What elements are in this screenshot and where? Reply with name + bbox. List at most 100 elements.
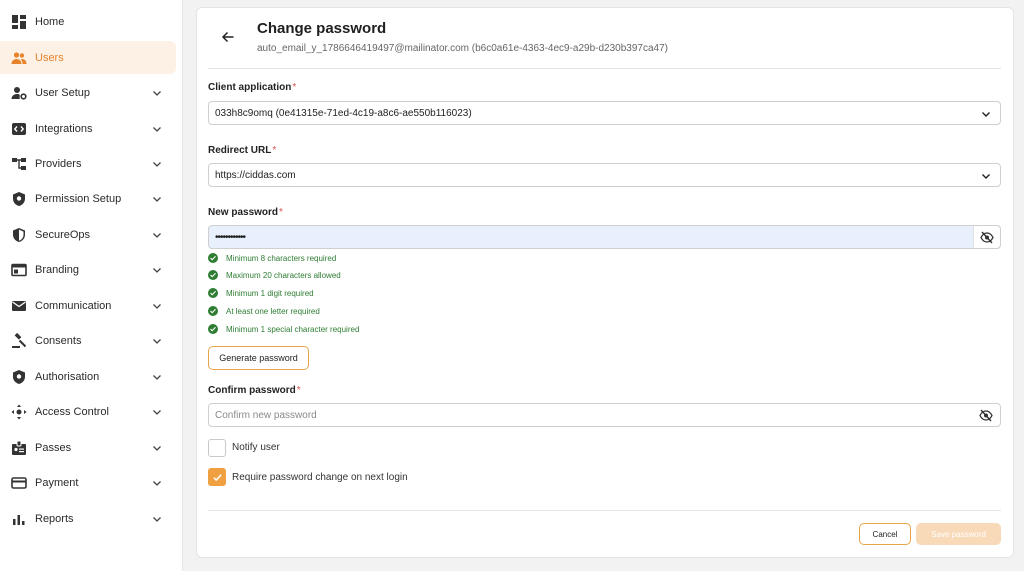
sidebar-item-label: Branding	[35, 263, 80, 276]
required-mark: *	[279, 207, 283, 218]
rule-text: Minimum 8 characters required	[226, 253, 337, 263]
notify-user-label: Notify user	[232, 442, 280, 453]
notify-user-checkbox[interactable]	[208, 439, 226, 457]
sidebar-item-label: Communication	[35, 299, 112, 312]
sidebar-item-access-control[interactable]: Access Control	[0, 395, 176, 428]
sidebar-item-integrations[interactable]: Integrations	[0, 112, 176, 145]
eye-off-icon[interactable]	[979, 409, 993, 422]
require-password-change-checkbox[interactable]	[208, 468, 226, 486]
sidebar-item-passes[interactable]: Passes	[0, 431, 176, 464]
authorisation-shield-icon	[11, 369, 27, 385]
rule-text: Maximum 20 characters allowed	[226, 270, 341, 280]
password-rule: Minimum 8 characters required	[208, 252, 336, 264]
chevron-down-icon	[152, 301, 162, 311]
sidebar-item-label: User Setup	[35, 86, 91, 99]
check-circle-icon	[208, 288, 218, 298]
confirm-password-input[interactable]	[215, 409, 915, 421]
new-password-value: ••••••••••••	[215, 231, 246, 243]
mail-icon	[11, 298, 27, 314]
chevron-down-icon	[152, 443, 162, 453]
providers-icon	[11, 156, 27, 172]
dashboard-icon	[11, 14, 27, 30]
sidebar-item-secureops[interactable]: SecureOps	[0, 218, 176, 251]
chevron-down-icon	[152, 88, 162, 98]
client-application-label: Client application*	[208, 82, 297, 93]
sidebar-item-label: Providers	[35, 157, 82, 170]
check-circle-icon	[208, 324, 218, 334]
chevron-down-icon	[152, 478, 162, 488]
badge-icon	[11, 440, 27, 456]
secureops-shield-icon	[11, 227, 27, 243]
gavel-icon	[11, 333, 27, 349]
sidebar-item-payment[interactable]: Payment	[0, 466, 176, 499]
required-mark: *	[272, 145, 277, 156]
sidebar-item-communication[interactable]: Communication	[0, 289, 176, 322]
footer-divider	[208, 510, 1001, 511]
chevron-down-icon	[152, 194, 162, 204]
sidebar-item-user-setup[interactable]: User Setup	[0, 76, 176, 109]
client-application-value: 033h8c9omq (0e41315e-71ed-4c19-a8c6-ae55…	[215, 107, 472, 119]
rule-text: Minimum 1 digit required	[226, 288, 314, 298]
sidebar-item-label: Reports	[35, 512, 74, 525]
sidebar-item-permission-setup[interactable]: Permission Setup	[0, 182, 176, 215]
page-title: Change password	[257, 20, 387, 37]
branding-icon	[11, 262, 27, 278]
chevron-down-icon	[152, 124, 162, 134]
redirect-url-value: https://ciddas.com	[215, 169, 296, 181]
chevron-down-icon	[152, 230, 162, 240]
redirect-url-label: Redirect URL*	[208, 145, 277, 156]
rule-text: At least one letter required	[226, 306, 320, 316]
eye-off-icon[interactable]	[980, 231, 994, 244]
sidebar-item-users[interactable]: Users	[0, 41, 176, 74]
save-password-button[interactable]: Save password	[916, 523, 1001, 545]
sidebar: Home Users User Setup Integrations Provi…	[0, 0, 183, 571]
password-rule: Minimum 1 special character required	[208, 323, 359, 335]
generate-password-button[interactable]: Generate password	[208, 346, 309, 370]
sidebar-item-label: Consents	[35, 334, 82, 347]
confirm-password-field[interactable]	[208, 403, 1001, 427]
new-password-field[interactable]: ••••••••••••	[208, 225, 1001, 249]
chevron-down-icon	[981, 109, 991, 119]
confirm-password-label: Confirm password*	[208, 385, 301, 396]
integrations-icon	[11, 121, 27, 137]
sidebar-item-home[interactable]: Home	[0, 5, 176, 38]
required-mark: *	[296, 385, 301, 396]
sidebar-item-label: SecureOps	[35, 228, 91, 241]
sidebar-item-label: Passes	[35, 441, 72, 454]
redirect-url-select[interactable]: https://ciddas.com	[208, 163, 1001, 187]
sidebar-item-label: Users	[35, 51, 64, 64]
header-divider	[208, 68, 1001, 69]
sidebar-item-authorisation[interactable]: Authorisation	[0, 360, 176, 393]
cancel-button[interactable]: Cancel	[859, 523, 911, 545]
chevron-down-icon	[152, 407, 162, 417]
rule-text: Minimum 1 special character required	[226, 324, 360, 334]
bar-chart-icon	[11, 511, 27, 527]
check-circle-icon	[208, 253, 218, 263]
chevron-down-icon	[152, 336, 162, 346]
sidebar-item-label: Integrations	[35, 122, 93, 135]
toggle-visibility-area	[973, 226, 1000, 248]
sidebar-item-providers[interactable]: Providers	[0, 147, 176, 180]
chevron-down-icon	[981, 171, 991, 181]
sidebar-item-branding[interactable]: Branding	[0, 253, 176, 286]
sidebar-item-reports[interactable]: Reports	[0, 502, 176, 535]
client-application-select[interactable]: 033h8c9omq (0e41315e-71ed-4c19-a8c6-ae55…	[208, 101, 1001, 125]
users-icon	[11, 50, 27, 66]
require-password-change-label: Require password change on next login	[232, 472, 408, 483]
user-identifier: auto_email_y_1786646419497@mailinator.co…	[257, 43, 669, 54]
back-arrow-icon[interactable]	[221, 30, 235, 44]
password-rule: At least one letter required	[208, 305, 320, 317]
new-password-label: New password*	[208, 207, 283, 218]
check-circle-icon	[208, 270, 218, 280]
credit-card-icon	[11, 475, 27, 491]
sidebar-item-label: Authorisation	[35, 370, 100, 383]
sidebar-item-label: Permission Setup	[35, 192, 122, 205]
check-circle-icon	[208, 306, 218, 316]
user-setup-icon	[11, 85, 27, 101]
checkmark-icon	[213, 474, 222, 482]
permission-shield-icon	[11, 191, 27, 207]
access-control-icon	[11, 404, 27, 420]
chevron-down-icon	[152, 514, 162, 524]
sidebar-item-consents[interactable]: Consents	[0, 324, 176, 357]
chevron-down-icon	[152, 265, 162, 275]
